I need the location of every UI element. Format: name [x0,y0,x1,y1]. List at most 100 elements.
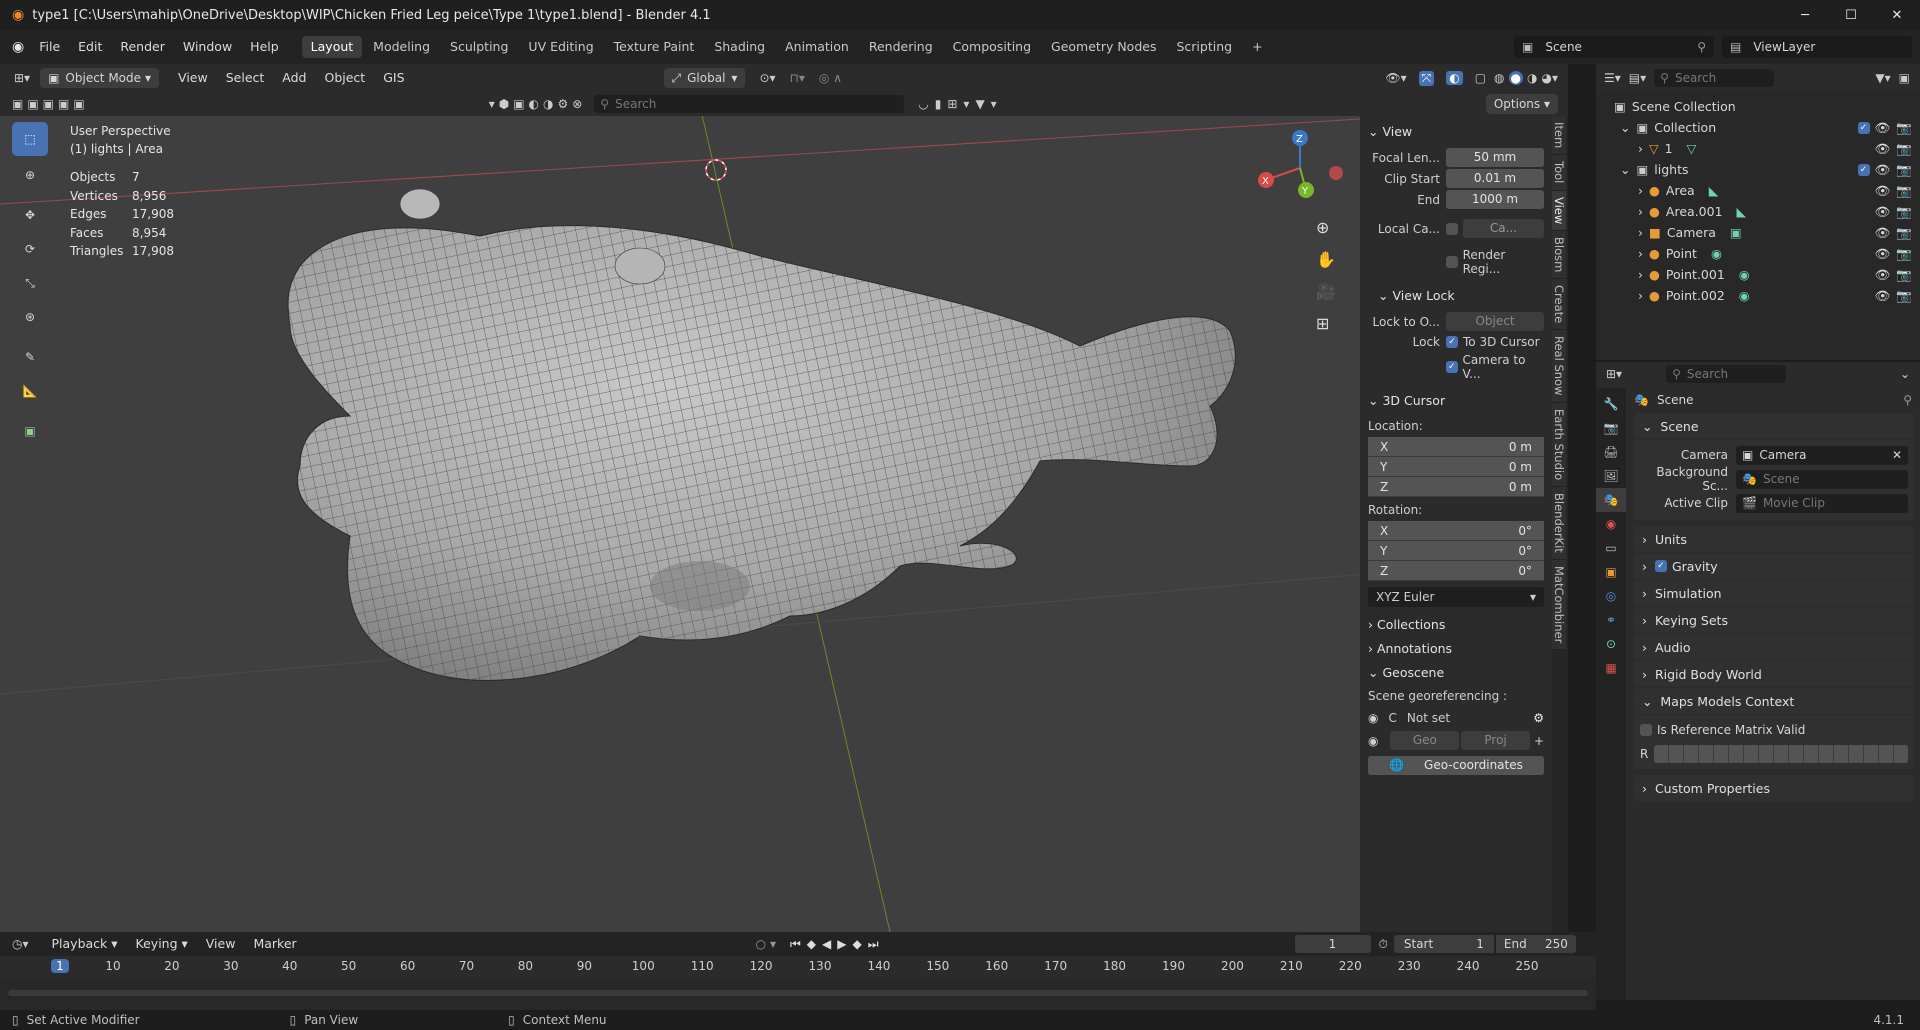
start-frame-field[interactable]: Start 1 [1393,935,1494,953]
georef-radio[interactable]: ◉ [1368,734,1378,748]
timeline-view-menu[interactable]: View [197,932,245,956]
camera-icon[interactable]: 📷 [1896,183,1912,199]
playback-controls[interactable]: ⏮◆◀▶◆⏭ [790,937,885,952]
cursor-rotation-z[interactable]: Z 0° [1368,561,1544,581]
visibility-icon[interactable]: 👁▾ [1385,71,1406,85]
end-frame-field[interactable]: End 250 [1495,935,1576,953]
options-dropdown[interactable]: Options ▾ [1485,94,1558,114]
display-mode-icon[interactable]: ▤▾ [1629,71,1646,85]
active-clip-field[interactable]: 🎬 Movie Clip [1736,493,1908,513]
pivot-icon[interactable]: ⊙▾ [759,71,775,85]
tab-compositing[interactable]: Compositing [944,36,1040,58]
tab-create[interactable]: Create [1552,279,1566,331]
outliner-search-input[interactable]: ⚲ Search [1654,69,1775,87]
minimize-button[interactable]: ─ [1782,8,1828,23]
geoscene-header[interactable]: ⌄ Geoscene [1368,661,1544,685]
tool-tab-icon[interactable]: 🔧 [1596,392,1626,416]
tab-uv-editing[interactable]: UV Editing [519,36,602,58]
cursor-location-x[interactable]: X0 m [1368,437,1544,457]
crs-radio[interactable]: ◉ [1368,711,1378,725]
texture-tab-icon[interactable]: ▦ [1596,656,1626,680]
menu-help[interactable]: Help [241,30,288,64]
tab-layout[interactable]: Layout [301,36,363,58]
rotate-tool[interactable]: ⟳ [12,232,48,266]
scale-tool[interactable]: ⤡ [12,266,48,300]
cursor-rotation-y[interactable]: Y 0° [1368,541,1544,561]
tab-blenderkit[interactable]: BlenderKit [1552,486,1566,560]
eye-icon[interactable]: 👁 [1875,162,1891,178]
view-lock-header[interactable]: ⌄ View Lock [1368,284,1544,308]
filter-toggles[interactable]: ◡▮⊞▾▼▾ [918,97,1002,111]
gravity-checkbox[interactable]: ✓ [1654,560,1667,572]
clip-start-field[interactable]: 0.01 m [1446,169,1544,188]
local-camera-field[interactable]: Ca... [1463,219,1544,238]
timeline-scrollbar[interactable] [8,990,1588,996]
lock-cursor-checkbox[interactable]: ✓ [1446,336,1458,348]
overlay-toggle-icon[interactable]: ◐ [1446,71,1463,85]
maps-models-context-section[interactable]: ⌄ Maps Models Context [1634,688,1914,714]
add-cube-tool[interactable]: ▣ [12,414,48,448]
navigation-gizmo[interactable]: Z X Y [1250,128,1350,208]
menu-edit[interactable]: Edit [69,30,111,64]
measure-tool[interactable]: 📐 [12,374,48,408]
viewlayer-selector[interactable]: ▤ ViewLayer [1722,36,1912,58]
camera-icon[interactable]: 📷 [1896,162,1912,178]
eye-icon[interactable]: 👁 [1875,288,1891,304]
add-workspace-button[interactable]: + [1243,36,1271,58]
eye-icon[interactable]: 👁 [1875,204,1891,220]
mode-dropdown[interactable]: ▣ Object Mode ▾ [40,68,160,88]
camera-icon[interactable]: 📷 [1896,141,1912,157]
collections-header[interactable]: › Collections [1368,613,1544,637]
view-layer-tab-icon[interactable]: 🖼 [1596,464,1626,488]
selection-mode-icons[interactable]: ▣▣▣▣▣ [12,97,89,111]
tab-scripting[interactable]: Scripting [1167,36,1241,58]
rotation-mode-dropdown[interactable]: XYZ Euler ▾ [1368,587,1544,607]
exclude-checkbox[interactable]: ✓ [1857,163,1870,176]
eye-icon[interactable]: 👁 [1875,183,1891,199]
tab-real-snow[interactable]: Real Snow [1552,330,1566,403]
vp-menu-add[interactable]: Add [273,64,315,92]
ortho-grid-icon[interactable]: ⊞ [1316,308,1336,340]
collection-tab-icon[interactable]: ▭ [1596,536,1626,560]
eye-icon[interactable]: 👁 [1875,225,1891,241]
tab-texture-paint[interactable]: Texture Paint [605,36,704,58]
output-tab-icon[interactable]: 🖨 [1596,440,1626,464]
select-box-tool[interactable]: ⬚ [12,122,48,156]
outliner-row-mesh-1[interactable]: › ▽ 1 ▽ 👁 📷 [1596,138,1920,159]
filter-icons[interactable]: ▾⬢▣◐◑⚙⊗ [489,97,587,111]
eye-icon[interactable]: 👁 [1875,141,1891,157]
clear-icon[interactable]: ✕ [1892,448,1902,462]
timeline-keying-menu[interactable]: Keying ▾ [127,932,197,956]
shading-material-icon[interactable]: ◑ [1527,71,1537,85]
clip-end-field[interactable]: 1000 m [1446,190,1544,209]
transform-orientation-dropdown[interactable]: ⤢ Global ▾ [663,68,746,88]
maximize-button[interactable]: ☐ [1828,8,1874,23]
annotations-header[interactable]: › Annotations [1368,637,1544,661]
timeline-marker-menu[interactable]: Marker [244,932,305,956]
geo-button[interactable]: Geo [1390,731,1460,750]
tab-animation[interactable]: Animation [776,36,858,58]
xray-icon[interactable]: ▢ [1475,71,1486,85]
vp-menu-view[interactable]: View [169,64,217,92]
scene-selector[interactable]: ▣ Scene ⚲ [1514,36,1714,58]
object-tab-icon[interactable]: ▣ [1596,560,1626,584]
eye-icon[interactable]: 👁 [1875,267,1891,283]
tab-matcombiner[interactable]: MatCombiner [1552,559,1566,651]
scene-camera-field[interactable]: ▣ Camera ✕ [1736,445,1908,465]
zoom-icon[interactable]: ⊕ [1316,212,1336,244]
scene-tab-icon[interactable]: 🎭 [1596,488,1626,512]
menu-file[interactable]: File [30,30,69,64]
camera-icon[interactable]: 📷 [1896,267,1912,283]
timeline-track-area[interactable] [0,978,1596,1010]
tab-geometry-nodes[interactable]: Geometry Nodes [1042,36,1165,58]
r-matrix-field[interactable] [1654,745,1908,763]
shading-wireframe-icon[interactable]: ◍ [1494,71,1504,85]
add-icon[interactable]: + [1534,734,1544,748]
outliner-row-point-001[interactable]: › ● Point.001 ◉ 👁 📷 [1596,264,1920,285]
transform-tool[interactable]: ⊛ [12,300,48,334]
pin-icon[interactable]: ⚲ [1903,393,1912,407]
outliner-row-collection[interactable]: ⌄ ▣ Collection ✓ 👁 📷 [1596,117,1920,138]
outliner-row-area[interactable]: › ● Area ◣ 👁 📷 [1596,180,1920,201]
camera-icon[interactable]: 📷 [1896,204,1912,220]
vp-menu-object[interactable]: Object [315,64,374,92]
